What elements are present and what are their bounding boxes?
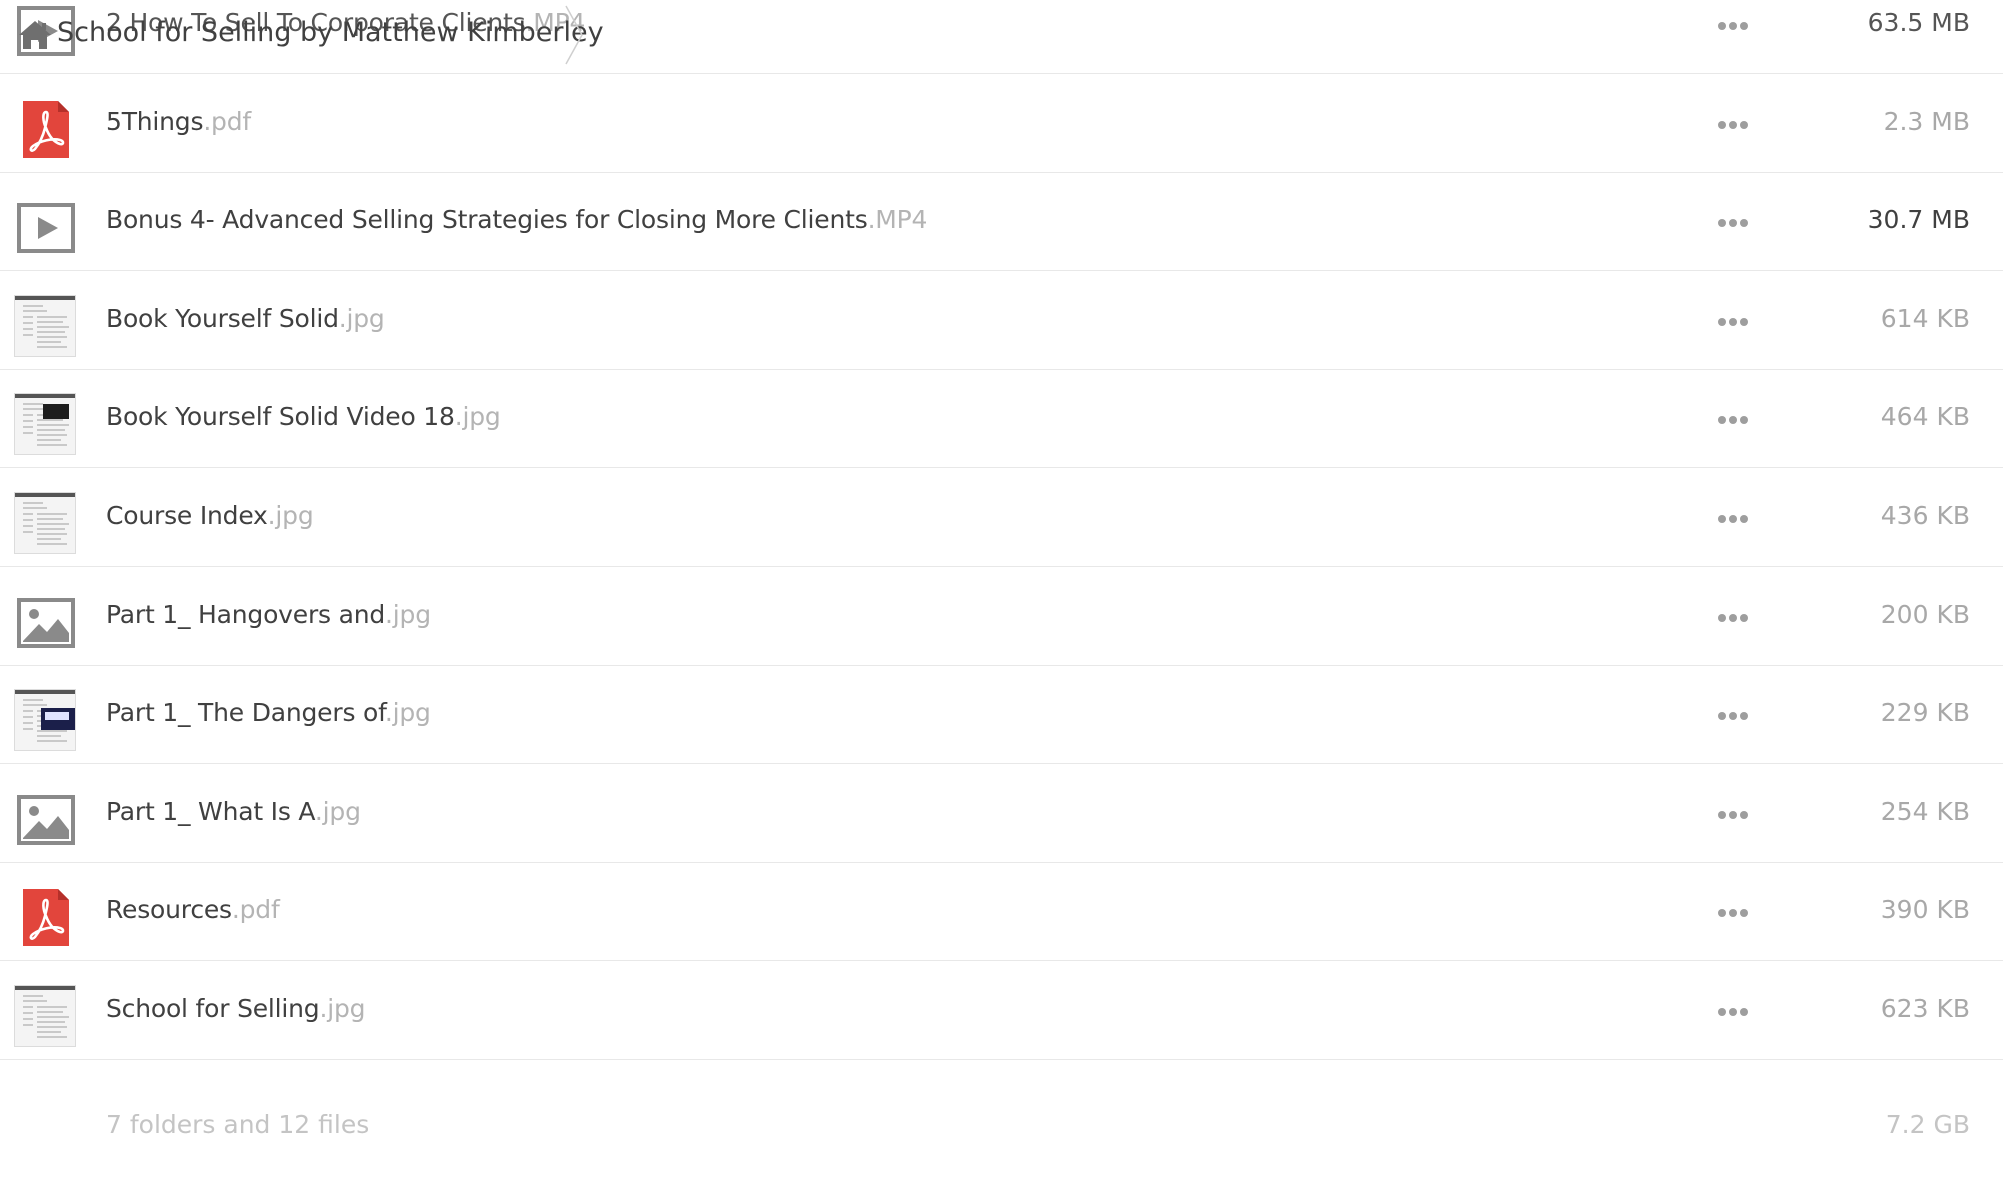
file-row[interactable]: Book Yourself Solid.jpg 614 KB <box>0 272 2003 370</box>
file-name[interactable]: 5Things.pdf <box>106 107 251 136</box>
file-size: 390 KB <box>1880 895 1970 925</box>
file-size: 436 KB <box>1880 501 1970 530</box>
file-browser: 2 How To Sell To Corporate Clients.MP4 63… <box>0 0 2003 1184</box>
file-name-base: Part 1_ The Dangers of <box>106 698 385 728</box>
file-size: 614 KB <box>1880 303 1970 333</box>
file-name-base: 5Things <box>106 106 204 136</box>
file-name[interactable]: Book Yourself Solid Video 18.jpg <box>106 402 501 431</box>
file-name-base: Part 1_ What Is A <box>106 796 315 826</box>
file-thumbnail <box>14 294 78 359</box>
file-thumbnail <box>14 393 78 457</box>
file-name[interactable]: Book Yourself Solid.jpg <box>106 304 385 333</box>
file-name-base: Resources <box>106 895 232 925</box>
file-size: 623 KB <box>1880 994 1970 1023</box>
more-options-icon[interactable] <box>1718 219 1750 229</box>
file-name-base: Part 1_ Hangovers and <box>106 599 386 629</box>
file-extension: .jpg <box>454 402 501 432</box>
file-name[interactable]: Bonus 4- Advanced Selling Strategies for… <box>106 205 927 234</box>
file-extension: .pdf <box>203 106 251 136</box>
file-extension: .MP4 <box>867 205 928 235</box>
file-extension: .jpg <box>319 994 366 1023</box>
file-extension: .jpg <box>338 303 385 333</box>
file-size: 254 KB <box>1880 796 1970 826</box>
pdf-icon <box>14 98 78 162</box>
image-icon <box>14 788 78 852</box>
file-extension: .jpg <box>384 698 431 728</box>
file-extension: .jpg <box>267 501 314 530</box>
file-size: 30.7 MB <box>1867 205 1970 235</box>
file-row[interactable]: 5Things.pdf 2.3 MB <box>0 75 2003 173</box>
file-row[interactable]: Book Yourself Solid Video 18.jpg 464 KB <box>0 370 2003 469</box>
item-count: 7 folders and 12 files <box>106 1110 370 1139</box>
file-name[interactable]: Resources.pdf <box>106 895 280 924</box>
more-options-icon[interactable] <box>1718 416 1750 426</box>
file-name[interactable]: Part 1_ Hangovers and.jpg <box>106 600 431 629</box>
chevron-right-icon <box>565 5 583 65</box>
more-options-icon[interactable] <box>1718 712 1750 722</box>
file-size: 229 KB <box>1880 698 1970 728</box>
pdf-icon <box>14 886 78 950</box>
file-row[interactable]: School for Selling.jpg 623 KB <box>0 962 2003 1060</box>
image-icon <box>14 591 78 655</box>
file-name[interactable]: Part 1_ The Dangers of.jpg <box>106 698 431 727</box>
breadcrumb-current-folder[interactable]: School for Selling by Matthew Kimberley <box>57 17 604 48</box>
more-options-icon[interactable] <box>1718 909 1750 919</box>
file-row[interactable]: Part 1_ The Dangers of.jpg 229 KB <box>0 666 2003 765</box>
file-size: 2.3 MB <box>1883 106 1970 136</box>
more-options-icon[interactable] <box>1718 810 1750 821</box>
more-options-icon[interactable] <box>1718 120 1750 131</box>
file-name[interactable]: School for Selling.jpg <box>106 994 366 1023</box>
file-name[interactable]: Course Index.jpg <box>106 501 314 530</box>
more-options-icon[interactable] <box>1718 317 1750 328</box>
file-row[interactable]: Bonus 4- Advanced Selling Strategies for… <box>0 173 2003 272</box>
home-icon[interactable] <box>18 20 52 50</box>
file-name-base: Book Yourself Solid Video 18 <box>106 402 455 432</box>
file-row[interactable]: Course Index.jpg 436 KB <box>0 469 2003 567</box>
file-size: 200 KB <box>1880 599 1970 629</box>
file-name-base: Book Yourself Solid <box>106 303 339 333</box>
breadcrumb: School for Selling by Matthew Kimberley <box>0 0 2003 70</box>
file-row[interactable]: Part 1_ Hangovers and.jpg 200 KB <box>0 568 2003 666</box>
video-icon <box>14 196 78 260</box>
file-name-base: School for Selling <box>106 994 320 1023</box>
file-thumbnail <box>14 985 78 1049</box>
more-options-icon[interactable] <box>1718 1008 1750 1018</box>
total-size: 7.2 GB <box>1885 1110 1970 1139</box>
file-name[interactable]: Part 1_ What Is A.jpg <box>106 797 361 826</box>
file-extension: .pdf <box>231 895 280 925</box>
file-extension: .jpg <box>385 599 431 629</box>
file-name-base: Course Index <box>106 501 268 530</box>
file-row[interactable]: Part 1_ What Is A.jpg 254 KB <box>0 765 2003 863</box>
file-row[interactable]: Resources.pdf 390 KB <box>0 863 2003 962</box>
folder-summary: 7 folders and 12 files 7.2 GB <box>0 1110 2003 1160</box>
file-thumbnail <box>14 492 78 556</box>
more-options-icon[interactable] <box>1718 515 1750 525</box>
file-name-base: Bonus 4- Advanced Selling Strategies for… <box>106 205 868 235</box>
file-extension: .jpg <box>314 796 361 826</box>
more-options-icon[interactable] <box>1718 613 1750 624</box>
file-size: 464 KB <box>1880 402 1970 432</box>
file-thumbnail <box>14 689 78 753</box>
